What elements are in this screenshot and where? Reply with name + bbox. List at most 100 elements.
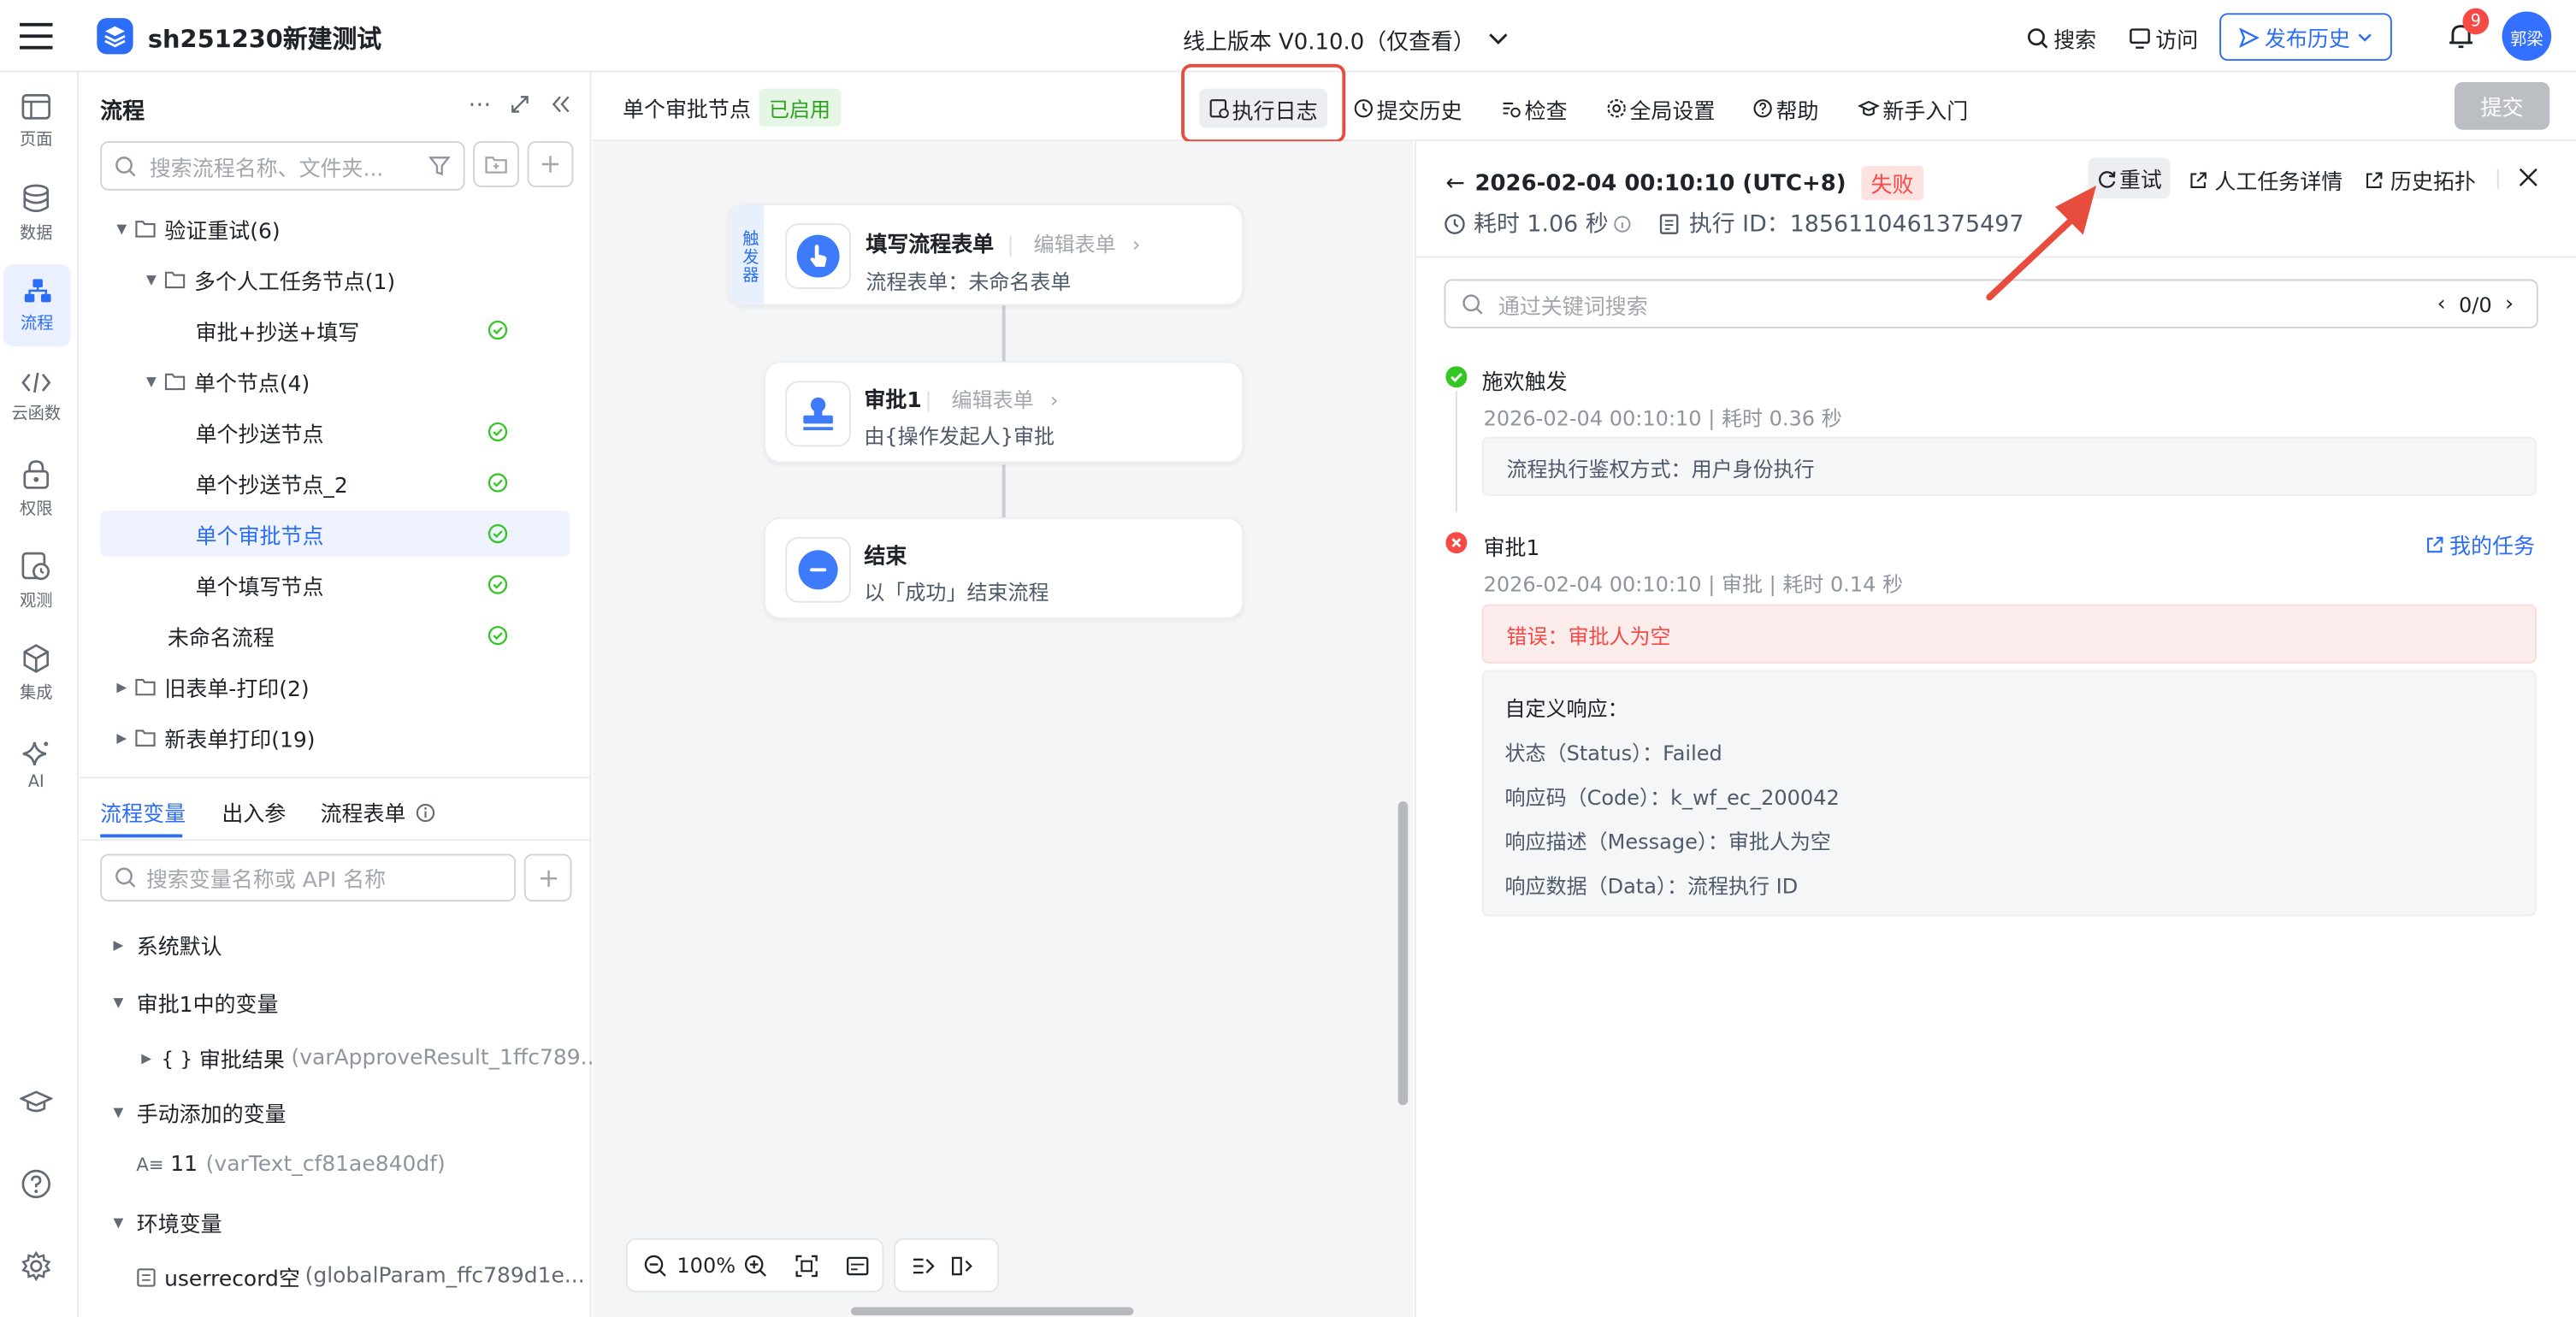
publish-history-button[interactable]: 发布历史 — [2219, 13, 2392, 62]
var-group-label: 审批1中的变量 — [136, 993, 279, 1019]
flow-search-input[interactable]: 搜索流程名称、文件夹... — [100, 141, 465, 191]
custom-response-box: 自定义响应： 状态（Status）：Failed 响应码（Code）：k_wf_… — [1481, 670, 2537, 917]
split-view-icon[interactable] — [951, 1255, 974, 1275]
tree-item[interactable]: 单个填写节点 — [100, 562, 570, 608]
button-label: 全局设置 — [1629, 99, 1716, 124]
nav-item-data[interactable]: 数据 — [0, 173, 73, 255]
node-icon — [785, 223, 852, 289]
variable-search-input[interactable]: 搜索变量名称或 API 名称 — [100, 853, 517, 902]
tree-item[interactable]: 单个抄送节点_2 — [100, 460, 570, 506]
var-group-manual[interactable]: ▼ 手动添加的变量 — [114, 1097, 287, 1128]
execution-log-button[interactable]: 执行日志 — [1199, 88, 1328, 128]
visit-label: 访问 — [2155, 29, 2199, 55]
my-task-link[interactable]: 我的任务 — [2425, 529, 2535, 560]
tree-item[interactable]: 未命名流程 — [100, 612, 570, 658]
tab-flow-form[interactable]: 流程表单 — [321, 796, 435, 828]
node-card-form[interactable]: 触发器 填写流程表单 | 编辑表单 › 流程表单：未命名表单 — [727, 204, 1244, 306]
button-label: 帮助 — [1775, 99, 1819, 124]
node-subtitle: 以「成功」结束流程 — [864, 579, 1049, 605]
edit-form-link[interactable]: | 编辑表单 › — [925, 382, 1058, 413]
left-nav: 页面 数据 流程 云函数 权限 观测 集成 AI — [0, 72, 80, 1317]
search-button[interactable]: 搜索 — [2027, 23, 2096, 54]
tree-item[interactable]: 审批+抄送+填写 — [100, 307, 570, 353]
caret-down-icon: ▼ — [145, 271, 157, 287]
tree-item[interactable]: 单个抄送节点 — [100, 409, 570, 455]
task-detail-link[interactable]: 人工任务详情 — [2189, 164, 2343, 196]
new-folder-button[interactable] — [473, 141, 520, 187]
close-icon[interactable] — [2519, 168, 2538, 187]
collapse-all-icon[interactable] — [912, 1255, 935, 1275]
back-arrow-icon[interactable]: ← — [1445, 170, 1465, 197]
tree-folder[interactable]: ▶ 新表单打印(19) — [100, 714, 570, 760]
submit-button[interactable]: 提交 — [2454, 82, 2550, 130]
divider — [80, 839, 592, 842]
graduation-cap-icon[interactable] — [20, 1089, 53, 1115]
visit-button[interactable]: 访问 — [2129, 23, 2198, 54]
nav-item-ai[interactable]: AI — [0, 724, 73, 806]
check-button[interactable]: 检查 — [1502, 91, 1568, 127]
node-card-end[interactable]: 结束 以「成功」结束流程 — [764, 517, 1244, 619]
var-item[interactable]: ▶ { } 审批结果 (varApproveResult_1ffc789... — [141, 1042, 600, 1074]
cube-icon — [23, 644, 50, 673]
tree-label: 未命名流程 — [167, 626, 275, 652]
add-variable-button[interactable] — [523, 853, 572, 902]
settings-gear-icon[interactable] — [21, 1251, 51, 1281]
divider — [80, 777, 592, 779]
clock-icon — [1445, 213, 1465, 233]
global-settings-button[interactable]: 全局设置 — [1607, 91, 1716, 127]
minimap-icon[interactable] — [846, 1255, 869, 1275]
layout-controls — [893, 1237, 999, 1293]
var-item[interactable]: A≡ 11 (varText_cf81ae840df) — [136, 1153, 445, 1178]
help-icon[interactable] — [21, 1169, 51, 1199]
code-icon — [21, 372, 51, 393]
next-result-icon[interactable]: › — [2505, 292, 2514, 316]
help-icon — [1753, 99, 1772, 118]
node-icon — [785, 536, 852, 603]
response-line: 状态（Status）：Failed — [1504, 741, 1722, 765]
canvas-scrollbar-horizontal[interactable] — [851, 1307, 1134, 1316]
nav-item-flow[interactable]: 流程 — [3, 264, 71, 347]
nav-label: AI — [27, 773, 44, 792]
var-group-system[interactable]: ▶ 系统默认 — [114, 930, 222, 961]
nav-item-permission[interactable]: 权限 — [0, 448, 73, 530]
menu-icon[interactable] — [20, 21, 53, 51]
nav-label: 集成 — [20, 684, 53, 703]
nav-item-function[interactable]: 云函数 — [0, 357, 73, 439]
add-flow-button[interactable] — [527, 141, 574, 187]
tab-io-params[interactable]: 出入参 — [222, 796, 286, 828]
history-topology-link[interactable]: 历史拓扑 — [2364, 164, 2476, 196]
tree-folder[interactable]: ▼ 单个节点(4) — [100, 358, 570, 405]
tree-item-selected[interactable]: 单个审批节点 — [100, 511, 570, 557]
error-x-icon — [1445, 532, 1468, 554]
edit-form-link[interactable]: | 编辑表单 › — [1007, 227, 1141, 257]
canvas-scrollbar-vertical[interactable] — [1397, 801, 1409, 1106]
nav-item-page[interactable]: 页面 — [0, 80, 73, 162]
tree-folder[interactable]: ▶ 旧表单-打印(2) — [100, 664, 570, 710]
prev-result-icon[interactable]: ‹ — [2437, 292, 2446, 316]
error-text: 错误：审批人为空 — [1506, 623, 1671, 648]
collapse-panel-icon[interactable] — [552, 95, 570, 113]
tree-folder[interactable]: ▼ 验证重试(6) — [100, 205, 570, 251]
version-selector[interactable]: 线上版本 V0.10.0（仅查看） — [1183, 23, 1508, 56]
button-label: 提交历史 — [1376, 99, 1462, 124]
timeline-line — [1455, 391, 1457, 513]
var-item[interactable]: userrecord空 (globalParam_ffc789d1e... — [136, 1261, 585, 1292]
fit-screen-icon[interactable] — [795, 1254, 818, 1277]
node-card-approval[interactable]: 审批1 | 编辑表单 › 由{操作发起人}审批 — [764, 361, 1244, 464]
getting-started-button[interactable]: 新手入门 — [1858, 91, 1968, 127]
var-group-approval[interactable]: ▼ 审批1中的变量 — [114, 987, 279, 1019]
nav-item-observe[interactable]: 观测 — [0, 540, 73, 623]
avatar[interactable]: 郭梁 — [2502, 11, 2552, 62]
submit-history-button[interactable]: 提交历史 — [1354, 91, 1462, 127]
flow-canvas[interactable]: 触发器 填写流程表单 | 编辑表单 › 流程表单：未命名表单 审批1 | 编辑表… — [593, 141, 1413, 1317]
response-line: 响应描述（Message）：审批人为空 — [1504, 829, 1831, 854]
more-icon[interactable]: ⋯ — [468, 92, 491, 119]
var-group-env[interactable]: ▼ 环境变量 — [114, 1207, 222, 1238]
zoom-out-icon[interactable] — [644, 1254, 667, 1277]
zoom-in-icon[interactable] — [744, 1254, 767, 1277]
tab-flow-vars[interactable]: 流程变量 — [100, 796, 186, 828]
nav-item-integration[interactable]: 集成 — [0, 632, 73, 714]
help-button[interactable]: 帮助 — [1753, 91, 1819, 127]
tree-folder[interactable]: ▼ 多个人工任务节点(1) — [100, 257, 570, 303]
expand-icon[interactable] — [511, 95, 529, 113]
